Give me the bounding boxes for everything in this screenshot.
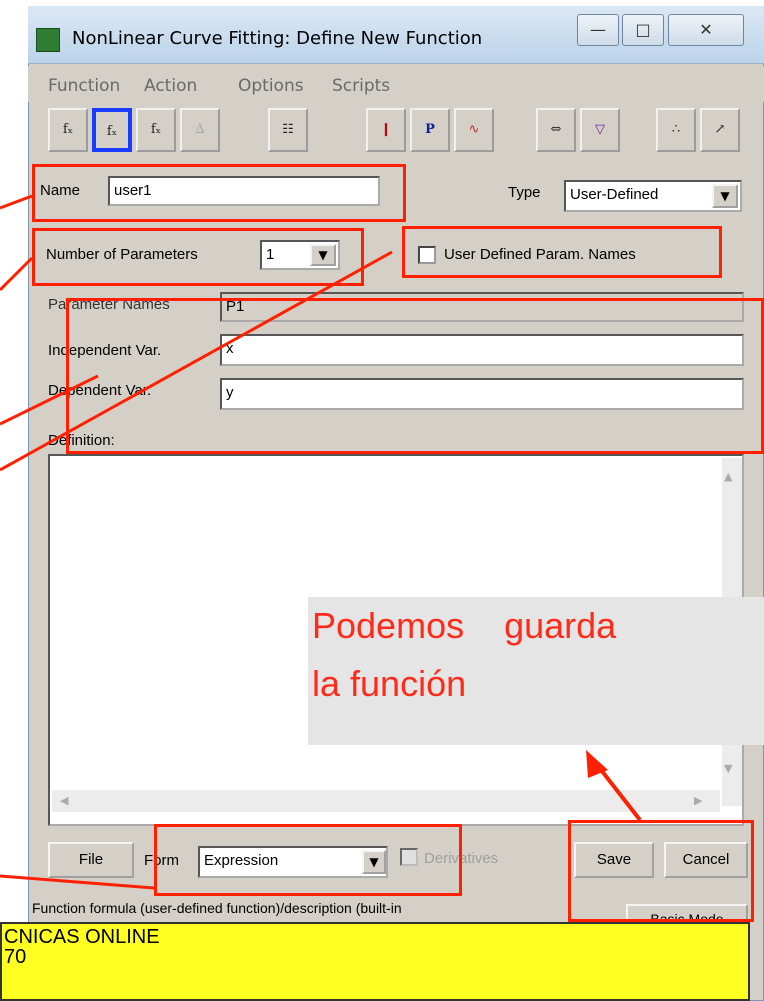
annotation-lines <box>0 194 642 890</box>
callout-line-1: Podemos guarda <box>312 605 617 646</box>
form-pointer-line <box>0 874 155 890</box>
name-pointer-line <box>0 194 33 210</box>
banner-line-1: CNICAS ONLINE <box>4 926 160 948</box>
banner-line-2: 70 <box>4 946 27 968</box>
callout-box: Podemos guarda la función <box>308 597 764 745</box>
footer-banner: CNICAS ONLINE 70 <box>0 922 750 1001</box>
checkbox-pointer-line <box>0 250 393 472</box>
variables-pointer-line <box>0 374 99 426</box>
save-pointer-line <box>596 764 642 822</box>
num-params-pointer-line <box>0 256 34 292</box>
callout-line-2: la función <box>312 663 467 704</box>
